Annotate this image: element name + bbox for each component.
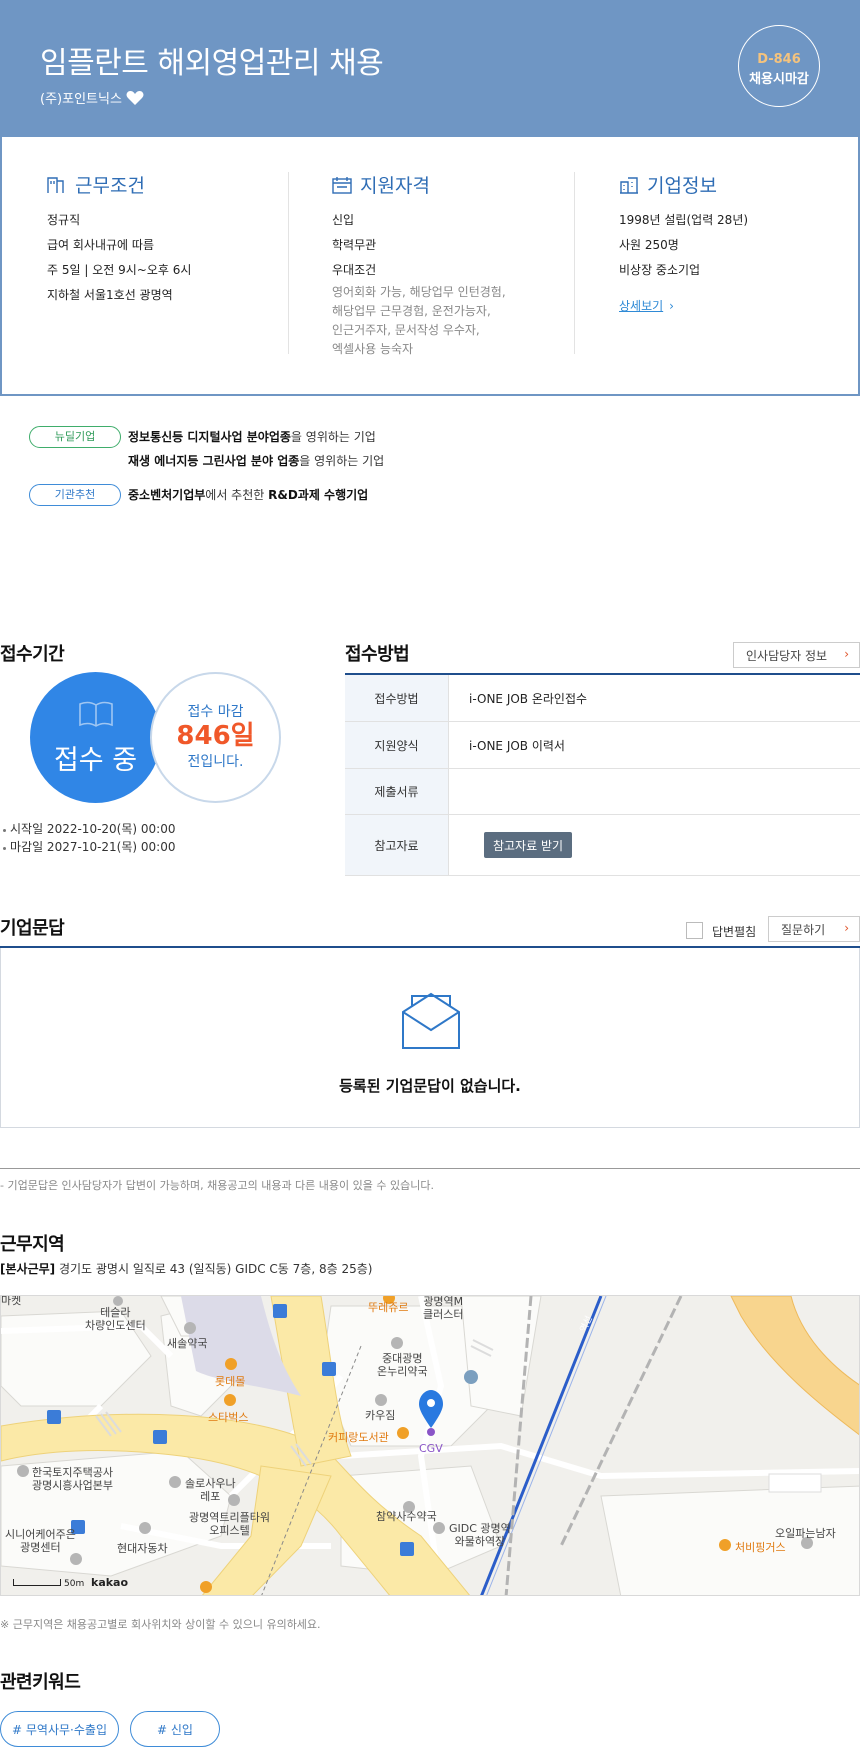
qual-education: 학력무관	[332, 238, 377, 252]
qualifications: 지원자격 신입 학력무관 우대조건 영어회화 가능, 해당업무 인턴경험, 해당…	[332, 171, 506, 359]
status-label: 접수 중	[53, 745, 138, 776]
tag-newdeal: 뉴딜기업	[29, 426, 121, 448]
map-poi: 새솔약국	[167, 1337, 208, 1350]
office-icon	[620, 176, 638, 194]
deadline-suffix: 전입니다.	[187, 754, 244, 770]
address: [본사근무] 경기도 광명시 일직로 43 (일직동) GIDC C동 7층, …	[0, 1262, 373, 1276]
job-title: 임플란트 해외영업관리 채용	[40, 46, 384, 81]
work-conditions-title: 근무조건	[47, 171, 191, 198]
envelope-icon	[402, 992, 460, 1049]
work-conditions: 근무조건 정규직 급여 회사내규에 따름 주 5일 | 오전 9시~오후 6시 …	[47, 171, 191, 308]
map-poi: 처비핑거스	[735, 1541, 786, 1554]
map-poi: 스타벅스	[208, 1411, 249, 1424]
map-poi: 뚜레쥬르	[368, 1301, 409, 1314]
heart-icon[interactable]	[126, 90, 144, 106]
keyword-tag[interactable]: # 무역사무·수출입	[0, 1711, 119, 1747]
work-salary: 급여 회사내규에 따름	[47, 238, 154, 252]
divider	[0, 1168, 860, 1169]
company-employees: 사원 250명	[619, 238, 679, 252]
deadline-circle: 접수 마감 846일 전입니다.	[150, 672, 281, 803]
map-poi: 롯데몰	[215, 1375, 246, 1388]
map-poi: 광명역트리플타워 오피스텔	[189, 1511, 270, 1537]
tag-agency-line: 중소벤처기업부에서 추천한 R&D과제 수행기업	[128, 488, 369, 502]
map-poi: 광명역M 클러스터	[423, 1295, 464, 1321]
tag-newdeal-line: 정보통신등 디지털사업 분야업종을 영위하는 기업	[128, 430, 376, 444]
tag-agency: 기관추천	[29, 484, 121, 506]
qna-panel	[0, 948, 860, 1128]
map-poi: 테슬라 차량인도센터	[85, 1306, 146, 1332]
open-book-icon	[78, 701, 113, 727]
qual-preferred-line: 인근거주자, 문서작성 우수자,	[332, 323, 480, 337]
table-row: 참고자료 참고자료 받기	[345, 815, 860, 876]
chevron-right-icon: ›	[669, 299, 674, 313]
qual-career: 신입	[332, 213, 355, 227]
map-poi: CGV	[419, 1442, 443, 1455]
keyword-tag[interactable]: # 신입	[130, 1711, 220, 1747]
calendar-icon	[332, 176, 352, 194]
map-poi: 솔로사우나 레포	[185, 1477, 236, 1503]
expand-answers-checkbox[interactable]	[686, 922, 703, 939]
company-info: 기업정보 1998년 설립(업력 28년) 사원 250명 비상장 중소기업 상…	[619, 171, 748, 314]
map-poi: 카우짐	[365, 1409, 396, 1422]
table-row: 접수방법 i-ONE JOB 온라인접수	[345, 675, 860, 722]
dday-status: 채용시마감	[749, 72, 809, 87]
deadline-label: 접수 마감	[187, 704, 244, 720]
map-poi: 시니어케어주은 광명센터	[5, 1528, 76, 1554]
map-poi: 커피랑도서관	[328, 1431, 389, 1444]
column-divider	[574, 172, 575, 354]
dday-count: D-846	[757, 52, 801, 67]
building-icon	[47, 176, 64, 193]
work-type: 정규직	[47, 213, 81, 227]
table-row: 제출서류	[345, 769, 860, 815]
column-divider	[288, 172, 289, 354]
work-subway: 지하철 서울1호선 광명역	[47, 288, 173, 302]
qna-title: 기업문답	[0, 918, 65, 939]
qual-preferred-label: 우대조건	[332, 263, 377, 277]
ask-question-button[interactable]: 질문하기 ›	[768, 916, 860, 942]
company-name[interactable]: (주)포인트닉스	[40, 88, 122, 107]
reference-download-button[interactable]: 참고자료 받기	[484, 832, 572, 858]
qual-preferred-line: 엑셀사용 능숙자	[332, 342, 414, 356]
deadline-days: 846일	[176, 721, 255, 751]
location-map[interactable]: 마켓 테슬라 차량인도센터 새솔약국 롯데몰 스타벅스 뚜레쥬르 광명역M 클러…	[0, 1295, 860, 1596]
chevron-right-icon: ›	[844, 647, 849, 661]
map-poi: 현대자동차	[117, 1542, 168, 1555]
end-date: 마감일 2027-10-21(목) 00:00	[2, 840, 176, 854]
qual-preferred-line: 영어회화 가능, 해당업무 인턴경험,	[332, 285, 506, 299]
qualifications-title: 지원자격	[332, 171, 506, 198]
map-scale-bar	[13, 1579, 61, 1586]
location-note: ※ 근무지역은 채용공고별로 회사위치와 상이할 수 있으니 유의하세요.	[0, 1618, 321, 1631]
dday-badge: D-846 채용시마감	[738, 25, 820, 107]
company-name-row[interactable]: (주)포인트닉스	[40, 88, 144, 107]
qna-note: - 기업문답은 인사담당자가 답변이 가능하며, 채용공고의 내용과 다른 내용…	[0, 1179, 434, 1192]
job-header: 임플란트 해외영업관리 채용 (주)포인트닉스 D-846 채용시마감	[0, 0, 860, 137]
map-poi: 한국토지주택공사 광명시흥사업본부	[32, 1466, 113, 1492]
kakao-logo: kakao	[91, 1576, 129, 1589]
map-poi: 중대광명 온누리약국	[377, 1352, 428, 1378]
keywords-title: 관련키워드	[0, 1672, 81, 1693]
map-poi: 마켓	[1, 1295, 22, 1307]
period-title: 접수기간	[0, 644, 65, 665]
map-poi: GIDC 광명역 와물하역장	[449, 1522, 511, 1548]
method-title: 접수방법	[345, 644, 410, 665]
map-scale-label: 50m	[64, 1579, 85, 1589]
chevron-right-icon: ›	[844, 921, 849, 935]
map-poi: 참약사수약국	[376, 1510, 437, 1523]
qual-preferred-line: 해당업무 근무경험, 운전가능자,	[332, 304, 491, 318]
table-row: 지원양식 i-ONE JOB 이력서	[345, 722, 860, 769]
company-detail-link[interactable]: 상세보기 ›	[619, 297, 674, 314]
hr-info-button[interactable]: 인사담당자 정보 ›	[733, 642, 860, 668]
work-hours: 주 5일 | 오전 9시~오후 6시	[47, 263, 192, 277]
qna-empty-message: 등록된 기업문답이 없습니다.	[339, 1077, 521, 1095]
status-circle: 접수 중	[30, 672, 161, 803]
location-title: 근무지역	[0, 1234, 65, 1255]
company-info-title: 기업정보	[619, 171, 748, 198]
expand-answers-label[interactable]: 답변펼침	[712, 923, 756, 940]
company-type: 비상장 중소기업	[619, 263, 701, 277]
start-date: 시작일 2022-10-20(목) 00:00	[2, 822, 176, 836]
conditions-panel: 근무조건 정규직 급여 회사내규에 따름 주 5일 | 오전 9시~오후 6시 …	[0, 137, 860, 396]
company-founded: 1998년 설립(업력 28년)	[619, 213, 749, 227]
tag-newdeal-line: 재생 에너지등 그린사업 분야 업종을 영위하는 기업	[128, 454, 385, 468]
